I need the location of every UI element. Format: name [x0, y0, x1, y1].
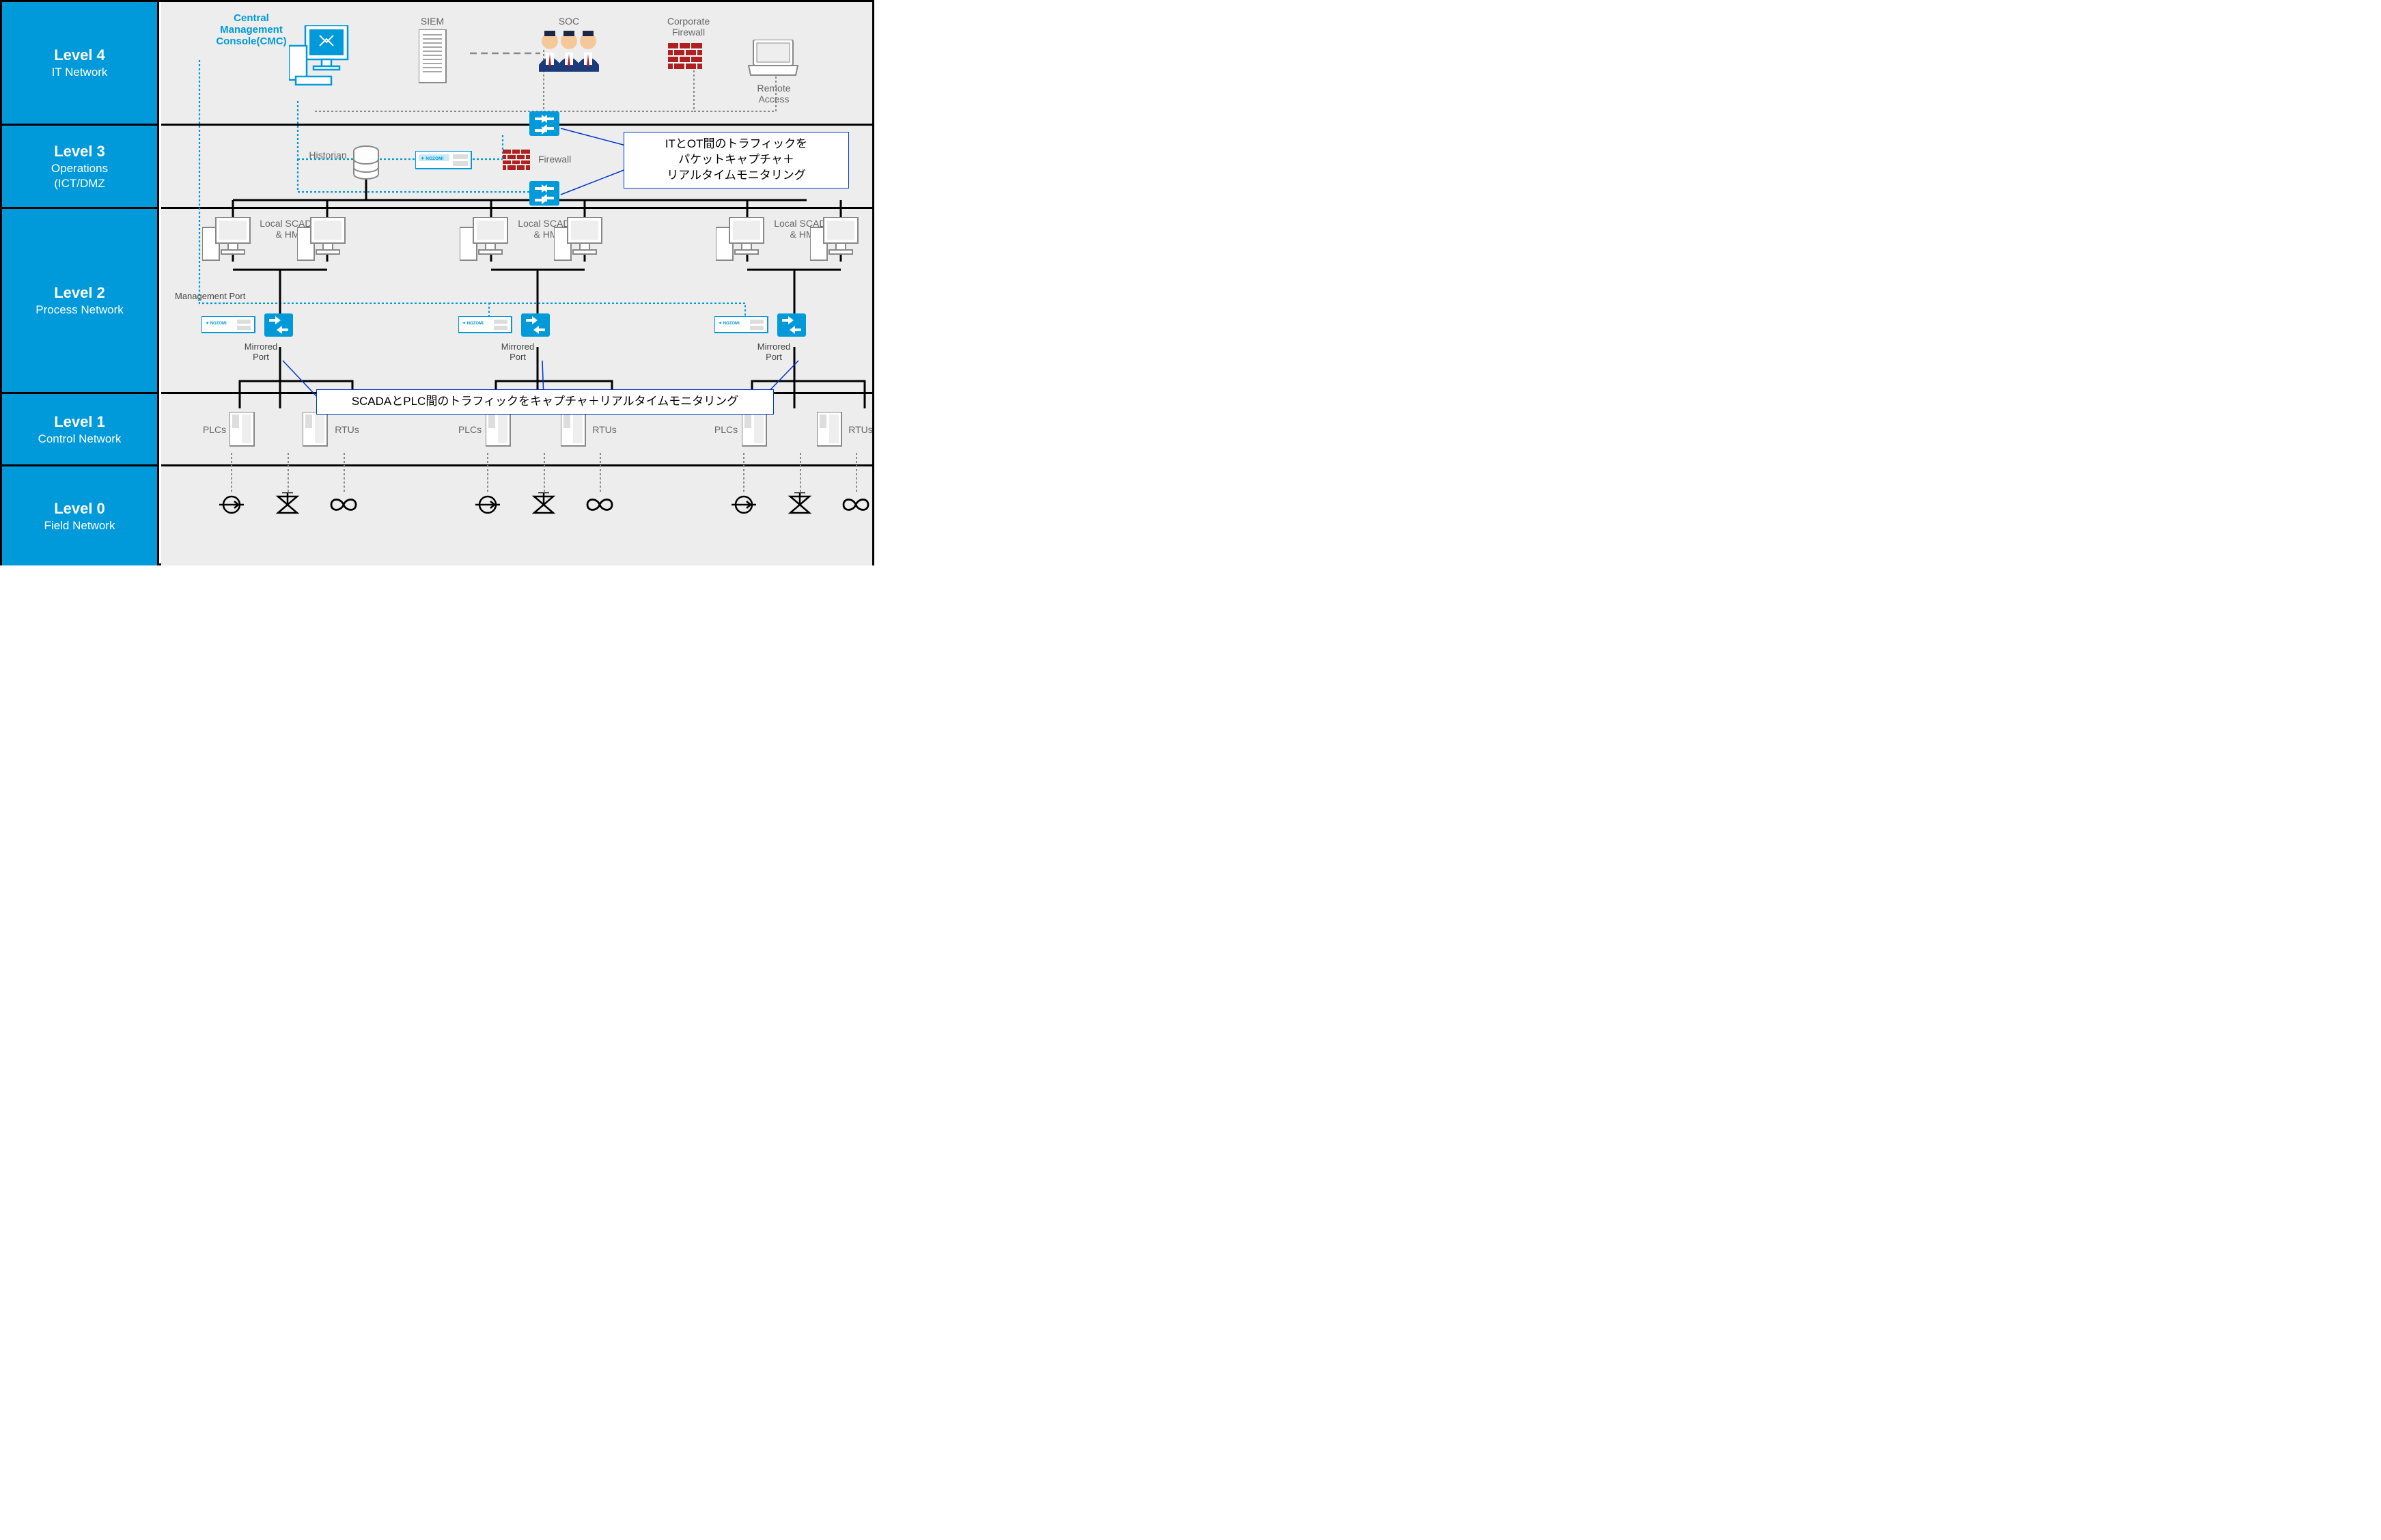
rtus-c: RTUs — [847, 424, 874, 435]
level2-title: Level 2 — [54, 284, 105, 302]
nozomi-appliance-icon: ✦ NOZOMI — [458, 316, 514, 335]
soc-people-icon — [535, 31, 603, 79]
mirrored-b: Mirrored Port — [497, 342, 538, 363]
nozomi-appliance-l3-icon: ✦ NOZOMI — [415, 151, 475, 173]
infinity-icon — [585, 496, 617, 514]
callout1-l2: パケットキャプチャ＋ — [678, 153, 794, 166]
plcs-b: PLCs — [456, 424, 484, 435]
plc-icon — [561, 412, 588, 449]
level1-title: Level 1 — [54, 413, 105, 431]
workstation-icon — [297, 217, 348, 265]
level0-label: Level 0 Field Network — [2, 464, 159, 565]
workstation-icon — [554, 217, 605, 265]
cmc-line1: Central — [234, 12, 269, 24]
infinity-icon — [329, 496, 361, 514]
callout-scadaplc: SCADAとPLC間のトラフィックをキャプチャ＋リアルタイムモニタリング — [316, 389, 774, 415]
sensor-icon — [219, 494, 248, 516]
level2-label: Level 2 Process Network — [2, 207, 159, 392]
workstation-icon — [716, 217, 767, 265]
switch-top-icon — [529, 111, 562, 139]
switch-bottom-icon — [529, 181, 562, 208]
callout1-l1: ITとOT間のトラフィックを — [665, 137, 807, 150]
callout-itot: ITとOT間のトラフィックを パケットキャプチャ＋ リアルタイムモニタリング — [624, 132, 849, 188]
level4-label: Level 4 IT Network — [2, 2, 159, 124]
siem-server-icon — [419, 29, 449, 85]
switch-icon — [777, 313, 809, 339]
mgmt-port-label: Management Port — [175, 292, 257, 302]
rtus-a: RTUs — [333, 424, 361, 435]
mirrored-c: Mirrored Port — [753, 342, 794, 363]
switch-icon — [264, 313, 296, 339]
level3-sub1: Operations — [51, 162, 108, 176]
svg-text:✦ NOZOMI: ✦ NOZOMI — [206, 321, 227, 326]
level1-sub: Control Network — [38, 432, 122, 446]
level0-sub: Field Network — [44, 519, 115, 533]
corpfw-label: Corporate Firewall — [654, 16, 723, 38]
sensor-icon — [475, 494, 504, 516]
level0-title: Level 0 — [54, 500, 105, 518]
nozomi-appliance-icon: ✦ NOZOMI — [201, 316, 257, 335]
firewall-l3-icon — [503, 150, 533, 173]
firewall-label: Firewall — [538, 154, 586, 165]
cmc-computer-icon — [289, 25, 354, 87]
level3-label: Level 3 Operations (ICT/DMZ — [2, 124, 159, 207]
workstation-icon — [202, 217, 253, 265]
mirrored-a: Mirrored Port — [240, 342, 281, 363]
workstation-icon — [810, 217, 861, 265]
siem-label: SIEM — [408, 16, 456, 27]
laptop-icon — [747, 40, 801, 79]
remote-label: Remote Access — [743, 83, 805, 104]
sensor-icon — [732, 494, 760, 516]
level2-sub: Process Network — [36, 303, 123, 317]
valve-icon — [531, 492, 557, 517]
level4-title: Level 4 — [54, 46, 105, 64]
level3-sub2: (ICT/DMZ — [54, 177, 105, 191]
svg-text:✦ NOZOMI: ✦ NOZOMI — [421, 156, 443, 161]
purdue-diagram: Level 4 IT Network Level 3 Operations (I… — [0, 0, 874, 565]
plc-icon — [229, 412, 257, 449]
level1-label: Level 1 Control Network — [2, 392, 159, 464]
switch-icon — [521, 313, 553, 339]
plc-icon — [817, 412, 844, 449]
cmc-line3: Console(CMC) — [216, 36, 286, 47]
plcs-a: PLCs — [201, 424, 228, 435]
infinity-icon — [841, 496, 874, 514]
plc-icon — [303, 412, 330, 449]
svg-text:✦ NOZOMI: ✦ NOZOMI — [462, 321, 484, 326]
level3-title: Level 3 — [54, 143, 105, 160]
plcs-c: PLCs — [712, 424, 740, 435]
cmc-label: Central Management Console(CMC) — [210, 13, 292, 47]
valve-icon — [788, 492, 813, 517]
nozomi-appliance-icon: ✦ NOZOMI — [714, 316, 770, 335]
plc-icon — [742, 412, 769, 449]
level4-sub: IT Network — [52, 66, 108, 79]
workstation-icon — [460, 217, 511, 265]
historian-db-icon — [352, 145, 381, 181]
svg-text:✦ NOZOMI: ✦ NOZOMI — [719, 321, 740, 326]
valve-icon — [275, 492, 301, 517]
rtus-b: RTUs — [591, 424, 618, 435]
historian-label: Historian — [301, 150, 355, 160]
callout2-text: SCADAとPLC間のトラフィックをキャプチャ＋リアルタイムモニタリング — [352, 395, 739, 408]
corp-firewall-icon — [668, 43, 706, 72]
plc-icon — [486, 412, 513, 449]
soc-label: SOC — [548, 16, 589, 27]
cmc-line2: Management — [220, 24, 283, 36]
callout1-l3: リアルタイムモニタリング — [667, 169, 806, 182]
